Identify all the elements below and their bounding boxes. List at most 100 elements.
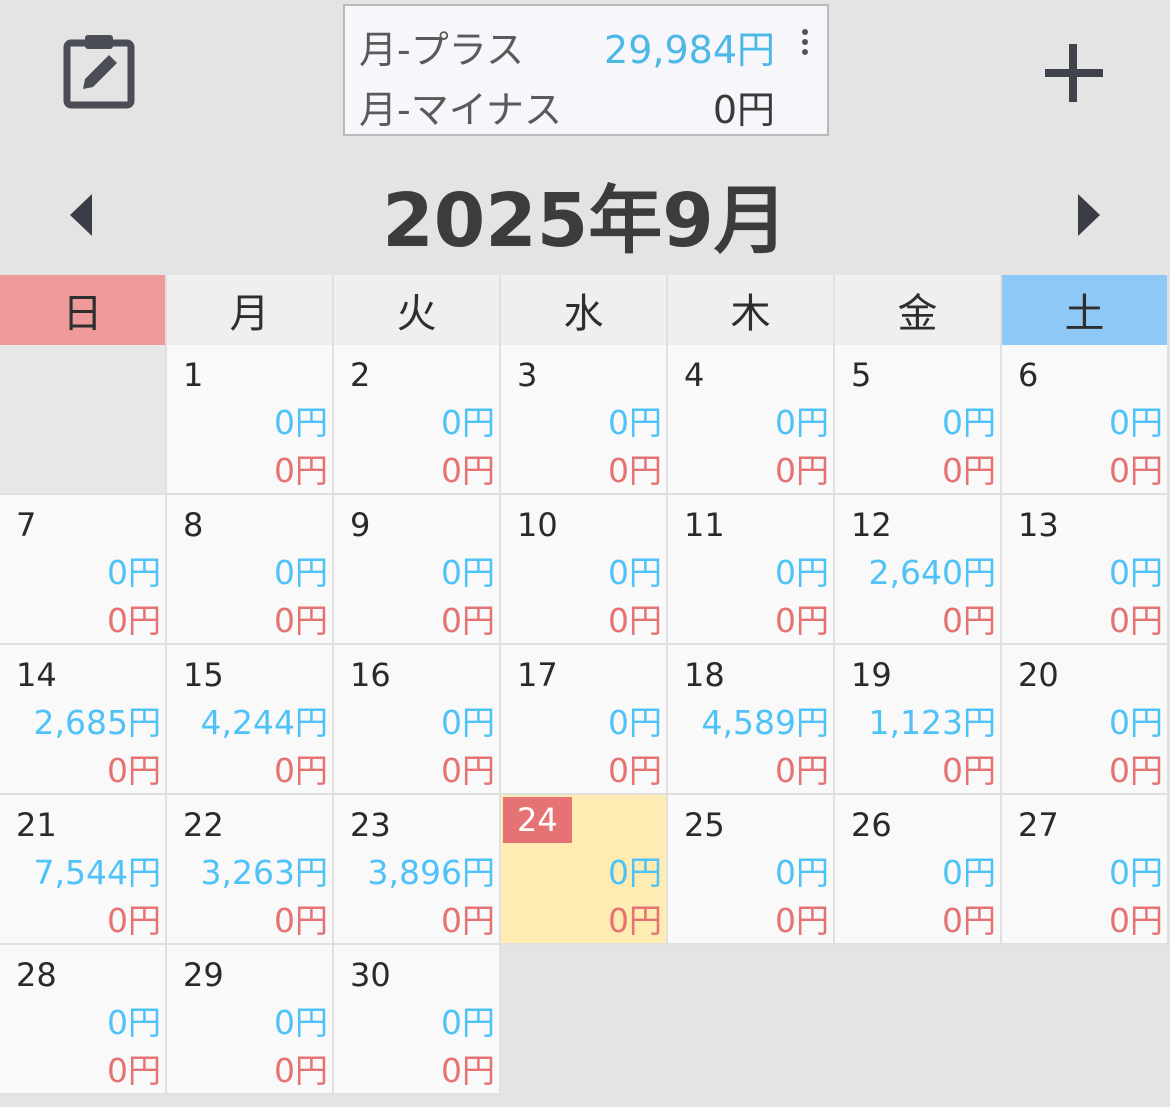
day-cell[interactable]: 1 0円 0円 xyxy=(167,345,334,495)
weekday-wednesday: 水 xyxy=(501,275,668,345)
day-cell[interactable]: 17 0円 0円 xyxy=(501,645,668,795)
monthly-minus-value: 0円 xyxy=(712,87,775,132)
day-number: 9 xyxy=(350,506,371,544)
day-cell[interactable]: 16 0円 0円 xyxy=(334,645,501,795)
day-plus-amount: 0円 xyxy=(441,553,495,592)
add-button[interactable] xyxy=(1036,36,1112,112)
empty-day-cell xyxy=(0,345,167,495)
day-cell[interactable]: 21 7,544円 0円 xyxy=(0,795,167,945)
monthly-plus-value: 29,984円 xyxy=(604,27,775,72)
day-number: 7 xyxy=(16,506,37,544)
day-cell[interactable]: 11 0円 0円 xyxy=(668,495,835,645)
day-number: 21 xyxy=(16,806,57,844)
day-cell[interactable]: 28 0円 0円 xyxy=(0,945,167,1095)
day-plus-amount: 2,685円 xyxy=(33,703,161,742)
day-minus-amount: 0円 xyxy=(441,901,495,940)
day-number: 8 xyxy=(183,506,204,544)
day-minus-amount: 0円 xyxy=(1109,901,1163,940)
day-cell[interactable]: 15 4,244円 0円 xyxy=(167,645,334,795)
day-plus-amount: 0円 xyxy=(608,853,662,892)
day-cell[interactable]: 3 0円 0円 xyxy=(501,345,668,495)
day-cell[interactable]: 14 2,685円 0円 xyxy=(0,645,167,795)
day-cell-today[interactable]: 24 0円 0円 xyxy=(501,795,668,945)
day-minus-amount: 0円 xyxy=(608,751,662,790)
day-plus-amount: 3,896円 xyxy=(367,853,495,892)
day-plus-amount: 0円 xyxy=(274,403,328,442)
day-cell[interactable]: 27 0円 0円 xyxy=(1002,795,1169,945)
day-plus-amount: 0円 xyxy=(775,403,829,442)
day-cell[interactable]: 26 0円 0円 xyxy=(835,795,1002,945)
day-number: 26 xyxy=(851,806,892,844)
day-minus-amount: 0円 xyxy=(107,1051,161,1090)
day-cell[interactable]: 29 0円 0円 xyxy=(167,945,334,1095)
day-number: 18 xyxy=(684,656,725,694)
day-plus-amount: 7,544円 xyxy=(33,853,161,892)
more-vertical-icon[interactable] xyxy=(793,26,817,66)
day-cell[interactable]: 8 0円 0円 xyxy=(167,495,334,645)
day-number: 20 xyxy=(1018,656,1059,694)
day-number: 16 xyxy=(350,656,391,694)
day-plus-amount: 4,244円 xyxy=(200,703,328,742)
day-minus-amount: 0円 xyxy=(1109,601,1163,640)
day-cell[interactable]: 25 0円 0円 xyxy=(668,795,835,945)
blank-cell xyxy=(668,945,835,1095)
day-number: 13 xyxy=(1018,506,1059,544)
day-minus-amount: 0円 xyxy=(942,601,996,640)
weekday-saturday: 土 xyxy=(1002,275,1169,345)
day-cell[interactable]: 9 0円 0円 xyxy=(334,495,501,645)
plus-icon xyxy=(1045,44,1103,102)
day-plus-amount: 0円 xyxy=(1109,553,1163,592)
day-cell[interactable]: 10 0円 0円 xyxy=(501,495,668,645)
day-cell[interactable]: 30 0円 0円 xyxy=(334,945,501,1095)
day-number: 14 xyxy=(16,656,57,694)
day-cell[interactable]: 5 0円 0円 xyxy=(835,345,1002,495)
day-number: 25 xyxy=(684,806,725,844)
day-cell[interactable]: 20 0円 0円 xyxy=(1002,645,1169,795)
day-plus-amount: 0円 xyxy=(1109,403,1163,442)
day-cell[interactable]: 22 3,263円 0円 xyxy=(167,795,334,945)
day-cell[interactable]: 12 2,640円 0円 xyxy=(835,495,1002,645)
day-plus-amount: 0円 xyxy=(608,553,662,592)
monthly-minus-label: 月-マイナス xyxy=(359,87,562,132)
day-minus-amount: 0円 xyxy=(775,451,829,490)
triangle-left-icon xyxy=(70,194,92,236)
edit-note-button[interactable] xyxy=(58,30,140,112)
day-plus-amount: 0円 xyxy=(608,403,662,442)
monthly-summary-box: 月-プラス 29,984円 月-マイナス 0円 xyxy=(343,4,829,136)
blank-cell xyxy=(501,945,668,1095)
day-number: 24 xyxy=(503,797,572,843)
day-minus-amount: 0円 xyxy=(1109,451,1163,490)
next-month-button[interactable] xyxy=(1068,190,1108,240)
day-cell[interactable]: 4 0円 0円 xyxy=(668,345,835,495)
day-number: 1 xyxy=(183,356,204,394)
day-minus-amount: 0円 xyxy=(441,451,495,490)
blank-cell xyxy=(1002,945,1169,1095)
day-plus-amount: 0円 xyxy=(942,853,996,892)
day-minus-amount: 0円 xyxy=(274,1051,328,1090)
day-cell[interactable]: 2 0円 0円 xyxy=(334,345,501,495)
day-cell[interactable]: 13 0円 0円 xyxy=(1002,495,1169,645)
day-cell[interactable]: 6 0円 0円 xyxy=(1002,345,1169,495)
day-cell[interactable]: 18 4,589円 0円 xyxy=(668,645,835,795)
weekday-header: 日 月 火 水 木 金 土 xyxy=(0,275,1170,345)
monthly-plus-label: 月-プラス xyxy=(359,27,524,72)
day-minus-amount: 0円 xyxy=(441,601,495,640)
day-number: 17 xyxy=(517,656,558,694)
prev-month-button[interactable] xyxy=(62,190,102,240)
day-minus-amount: 0円 xyxy=(608,451,662,490)
weekday-friday: 金 xyxy=(835,275,1002,345)
day-number: 28 xyxy=(16,956,57,994)
day-grid: 1 0円 0円 2 0円 0円 3 0円 0円 4 0円 0円 5 0円 0円 6 0円 0円 7 0円 0円 8 0円 0円… xyxy=(0,345,1170,1095)
day-plus-amount: 0円 xyxy=(107,1003,161,1042)
day-cell[interactable]: 7 0円 0円 xyxy=(0,495,167,645)
day-minus-amount: 0円 xyxy=(274,901,328,940)
day-number: 19 xyxy=(851,656,892,694)
day-cell[interactable]: 23 3,896円 0円 xyxy=(334,795,501,945)
day-minus-amount: 0円 xyxy=(775,901,829,940)
day-cell[interactable]: 19 1,123円 0円 xyxy=(835,645,1002,795)
weekday-tuesday: 火 xyxy=(334,275,501,345)
day-number: 15 xyxy=(183,656,224,694)
day-number: 22 xyxy=(183,806,224,844)
day-plus-amount: 0円 xyxy=(1109,703,1163,742)
day-minus-amount: 0円 xyxy=(608,901,662,940)
